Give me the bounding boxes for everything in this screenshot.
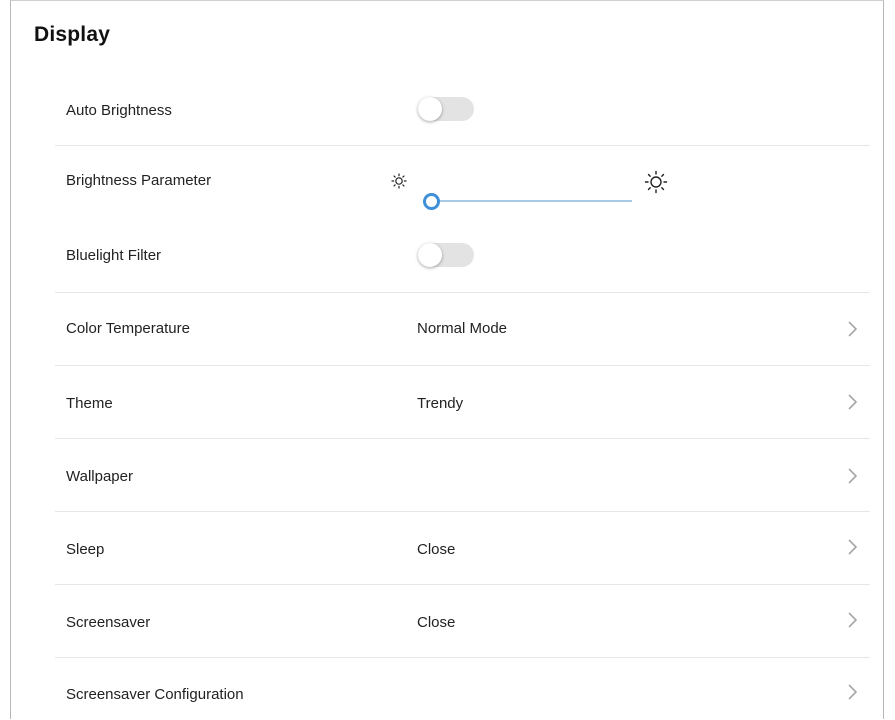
sleep-value: Close: [417, 541, 456, 558]
color-temperature-row[interactable]: Color Temperature Normal Mode: [55, 293, 870, 366]
sun-small-icon: [391, 173, 407, 194]
screensaver-row[interactable]: Screensaver Close: [55, 585, 870, 658]
brightness-slider[interactable]: [423, 193, 632, 210]
theme-label: Theme: [66, 395, 113, 412]
chevron-right-icon[interactable]: [844, 682, 860, 702]
page-title: Display: [34, 23, 111, 46]
display-settings-panel: Display Auto Brightness Brightness Param…: [10, 0, 884, 719]
chevron-right-icon[interactable]: [844, 610, 860, 630]
bluelight-filter-row: Bluelight Filter: [55, 221, 870, 293]
brightness-parameter-label: Brightness Parameter: [66, 172, 212, 189]
chevron-right-icon[interactable]: [844, 537, 860, 557]
screensaver-configuration-row[interactable]: Screensaver Configuration: [55, 658, 870, 720]
sun-large-icon: [644, 170, 668, 199]
auto-brightness-row: Auto Brightness: [55, 71, 870, 146]
theme-row[interactable]: Theme Trendy: [55, 366, 870, 439]
toggle-knob: [418, 243, 442, 267]
toggle-knob: [418, 97, 442, 121]
bluelight-filter-label: Bluelight Filter: [66, 247, 162, 264]
wallpaper-label: Wallpaper: [66, 468, 133, 485]
slider-track: [428, 200, 632, 202]
chevron-right-icon[interactable]: [844, 466, 860, 486]
sleep-row[interactable]: Sleep Close: [55, 512, 870, 585]
screensaver-value: Close: [417, 614, 456, 631]
brightness-parameter-row: Brightness Parameter: [55, 146, 870, 221]
slider-thumb[interactable]: [423, 193, 440, 210]
color-temperature-value: Normal Mode: [417, 320, 508, 337]
sleep-label: Sleep: [66, 541, 105, 558]
theme-value: Trendy: [417, 395, 464, 412]
chevron-right-icon[interactable]: [844, 319, 860, 339]
chevron-right-icon[interactable]: [844, 392, 860, 412]
color-temperature-label: Color Temperature: [66, 320, 190, 337]
wallpaper-row[interactable]: Wallpaper: [55, 439, 870, 512]
auto-brightness-label: Auto Brightness: [66, 102, 172, 119]
auto-brightness-toggle[interactable]: [418, 97, 474, 121]
screensaver-label: Screensaver: [66, 614, 151, 631]
bluelight-filter-toggle[interactable]: [418, 243, 474, 267]
screensaver-configuration-label: Screensaver Configuration: [66, 686, 244, 703]
